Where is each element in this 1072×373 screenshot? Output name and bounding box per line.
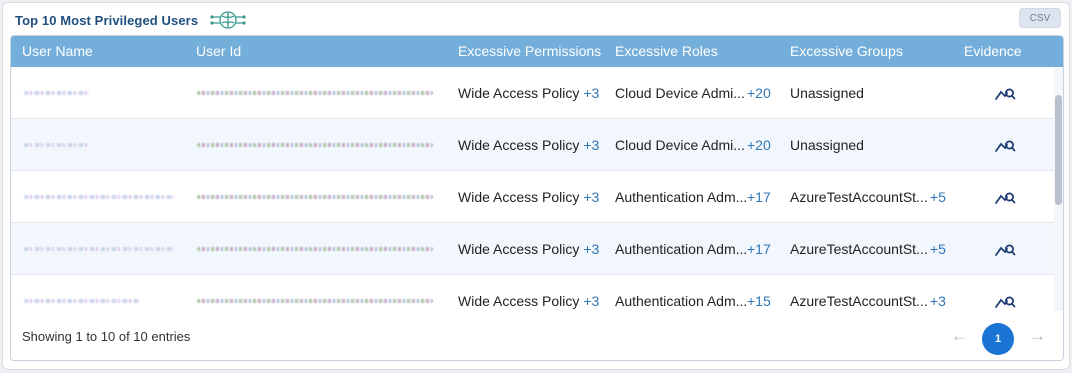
groups-cell: AzureTestAccountSt... +5 xyxy=(790,223,946,275)
redacted-user-name xyxy=(24,247,174,251)
scrollbar-thumb[interactable] xyxy=(1055,95,1062,205)
column-header-evidence[interactable]: Evidence xyxy=(964,43,1022,59)
next-page-button[interactable]: → xyxy=(1029,326,1046,346)
permission-more-count[interactable]: +3 xyxy=(583,189,599,205)
roles-cell: Authentication Adm... +17 xyxy=(615,223,771,275)
widget-title: Top 10 Most Privileged Users xyxy=(15,12,199,28)
privileged-users-widget: Top 10 Most Privileged Users CSV User Na… xyxy=(2,2,1070,370)
redacted-user-name xyxy=(24,91,90,95)
permission-text: Wide Access Policy xyxy=(458,241,580,257)
permission-text: Wide Access Policy xyxy=(458,189,580,205)
role-text: Authentication Adm... xyxy=(615,241,748,257)
permissions-cell: Wide Access Policy +3 xyxy=(458,67,599,119)
permissions-cell: Wide Access Policy +3 xyxy=(458,119,599,171)
widget-header: Top 10 Most Privileged Users xyxy=(15,9,248,31)
redacted-user-id xyxy=(197,195,433,199)
role-text: Authentication Adm... xyxy=(615,189,748,205)
permission-text: Wide Access Policy xyxy=(458,85,580,101)
group-text: Unassigned xyxy=(790,137,864,153)
redacted-user-name xyxy=(24,195,174,199)
brain-circuit-icon xyxy=(208,9,248,31)
role-more-count[interactable]: +15 xyxy=(747,293,771,309)
group-more-count[interactable]: +5 xyxy=(930,241,946,257)
groups-cell: Unassigned xyxy=(790,119,930,171)
evidence-button[interactable] xyxy=(994,171,1016,223)
redacted-user-name xyxy=(24,143,90,147)
group-more-count[interactable]: +5 xyxy=(930,189,946,205)
permission-more-count[interactable]: +3 xyxy=(583,241,599,257)
table-header: User Name User Id Excessive Permissions … xyxy=(11,36,1063,67)
redacted-user-id xyxy=(197,299,433,303)
role-more-count[interactable]: +17 xyxy=(747,241,771,257)
table-scrollbar[interactable] xyxy=(1054,67,1063,311)
column-header-user-name[interactable]: User Name xyxy=(22,43,93,59)
group-text: AzureTestAccountSt... xyxy=(790,189,928,205)
groups-cell: Unassigned xyxy=(790,67,930,119)
table-row: Wide Access Policy +3 Authentication Adm… xyxy=(11,171,1056,223)
permissions-cell: Wide Access Policy +3 xyxy=(458,223,599,275)
evidence-button[interactable] xyxy=(994,223,1016,275)
group-text: Unassigned xyxy=(790,85,864,101)
column-header-user-id[interactable]: User Id xyxy=(196,43,241,59)
group-text: AzureTestAccountSt... xyxy=(790,241,928,257)
chart-magnify-icon[interactable] xyxy=(994,290,1016,311)
roles-cell: Cloud Device Admi... +20 xyxy=(615,67,771,119)
table-row: Wide Access Policy +3 Authentication Adm… xyxy=(11,223,1056,275)
chart-magnify-icon[interactable] xyxy=(994,134,1016,156)
permissions-cell: Wide Access Policy +3 xyxy=(458,171,599,223)
roles-cell: Authentication Adm... +17 xyxy=(615,171,771,223)
column-header-excessive-groups[interactable]: Excessive Groups xyxy=(790,43,903,59)
table-row: Wide Access Policy +3 Cloud Device Admi.… xyxy=(11,67,1056,119)
permission-text: Wide Access Policy xyxy=(458,293,580,309)
permission-text: Wide Access Policy xyxy=(458,137,580,153)
groups-cell: AzureTestAccountSt... +3 xyxy=(790,275,946,311)
evidence-button[interactable] xyxy=(994,67,1016,119)
csv-export-button[interactable]: CSV xyxy=(1019,8,1061,28)
entries-info: Showing 1 to 10 of 10 entries xyxy=(22,329,191,344)
redacted-user-name xyxy=(24,299,140,303)
role-more-count[interactable]: +17 xyxy=(747,189,771,205)
evidence-button[interactable] xyxy=(994,119,1016,171)
roles-cell: Authentication Adm... +15 xyxy=(615,275,771,311)
permission-more-count[interactable]: +3 xyxy=(583,293,599,309)
permissions-cell: Wide Access Policy +3 xyxy=(458,275,599,311)
chart-magnify-icon[interactable] xyxy=(994,186,1016,208)
permission-more-count[interactable]: +3 xyxy=(583,85,599,101)
column-header-excessive-roles[interactable]: Excessive Roles xyxy=(615,43,718,59)
table-row: Wide Access Policy +3 Cloud Device Admi.… xyxy=(11,119,1056,171)
previous-page-button[interactable]: ← xyxy=(951,326,968,346)
groups-cell: AzureTestAccountSt... +5 xyxy=(790,171,946,223)
redacted-user-id xyxy=(197,247,433,251)
permission-more-count[interactable]: +3 xyxy=(583,137,599,153)
roles-cell: Cloud Device Admi... +20 xyxy=(615,119,771,171)
role-text: Authentication Adm... xyxy=(615,293,748,309)
group-text: AzureTestAccountSt... xyxy=(790,293,928,309)
redacted-user-id xyxy=(197,143,433,147)
chart-magnify-icon[interactable] xyxy=(994,82,1016,104)
redacted-user-id xyxy=(197,91,433,95)
evidence-button[interactable] xyxy=(994,275,1016,311)
chart-magnify-icon[interactable] xyxy=(994,238,1016,260)
table-footer: Showing 1 to 10 of 10 entries ← 1 → xyxy=(11,311,1063,360)
table-row: Wide Access Policy +3 Authentication Adm… xyxy=(11,275,1056,311)
page-1-button[interactable]: 1 xyxy=(982,323,1014,355)
privileged-users-table: User Name User Id Excessive Permissions … xyxy=(10,35,1064,361)
column-header-excessive-permissions[interactable]: Excessive Permissions xyxy=(458,43,601,59)
table-body: Wide Access Policy +3 Cloud Device Admi.… xyxy=(11,67,1056,311)
group-more-count[interactable]: +3 xyxy=(930,293,946,309)
role-text: Cloud Device Admi... xyxy=(615,85,745,101)
role-more-count[interactable]: +20 xyxy=(747,85,771,101)
role-text: Cloud Device Admi... xyxy=(615,137,745,153)
role-more-count[interactable]: +20 xyxy=(747,137,771,153)
